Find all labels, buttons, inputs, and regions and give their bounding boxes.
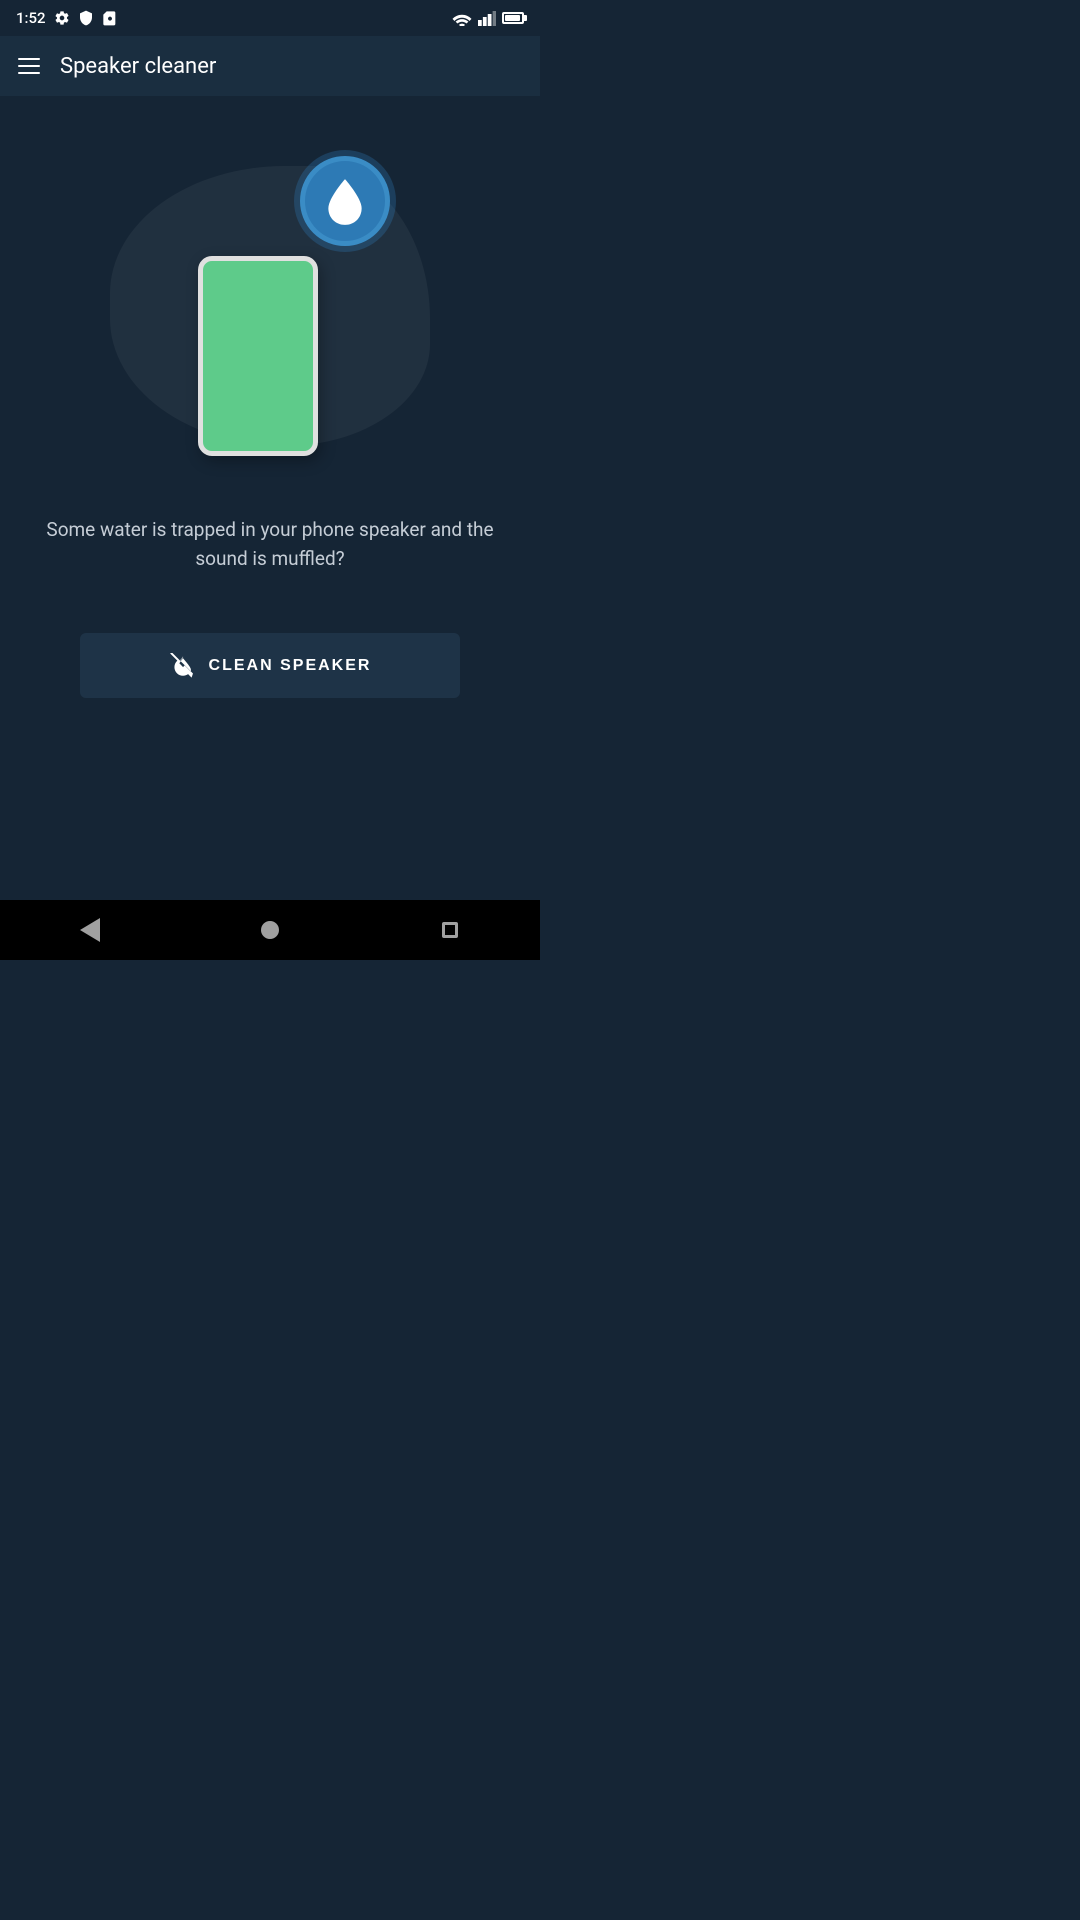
description-text: Some water is trapped in your phone spea… xyxy=(20,516,520,573)
status-bar-left: 1:52 xyxy=(16,9,118,27)
home-circle-icon xyxy=(261,921,279,939)
recents-square-icon xyxy=(442,922,458,938)
battery-icon xyxy=(502,12,524,24)
menu-icon[interactable] xyxy=(18,58,40,74)
clean-speaker-button[interactable]: CLEAN SPEAKER xyxy=(80,633,460,698)
nav-back-button[interactable] xyxy=(70,910,110,950)
status-bar: 1:52 xyxy=(0,0,540,36)
no-water-icon xyxy=(169,653,195,679)
wifi-icon xyxy=(452,11,472,26)
shield-icon xyxy=(78,10,94,26)
clean-button-label: CLEAN SPEAKER xyxy=(209,657,372,675)
status-time: 1:52 xyxy=(16,9,46,27)
water-drop-icon xyxy=(323,175,367,227)
water-drop-circle xyxy=(300,156,390,246)
nav-recents-button[interactable] xyxy=(430,910,470,950)
sim-icon xyxy=(102,10,118,26)
app-bar: Speaker cleaner xyxy=(0,36,540,96)
back-triangle-icon xyxy=(80,918,100,942)
nav-bar xyxy=(0,900,540,960)
app-title: Speaker cleaner xyxy=(60,54,216,79)
main-content: Some water is trapped in your phone spea… xyxy=(0,96,540,698)
nav-home-button[interactable] xyxy=(250,910,290,950)
phone-illustration xyxy=(198,256,318,456)
signal-icon xyxy=(478,11,496,26)
status-bar-right xyxy=(452,11,524,26)
settings-icon xyxy=(54,10,70,26)
illustration-container xyxy=(100,136,440,476)
